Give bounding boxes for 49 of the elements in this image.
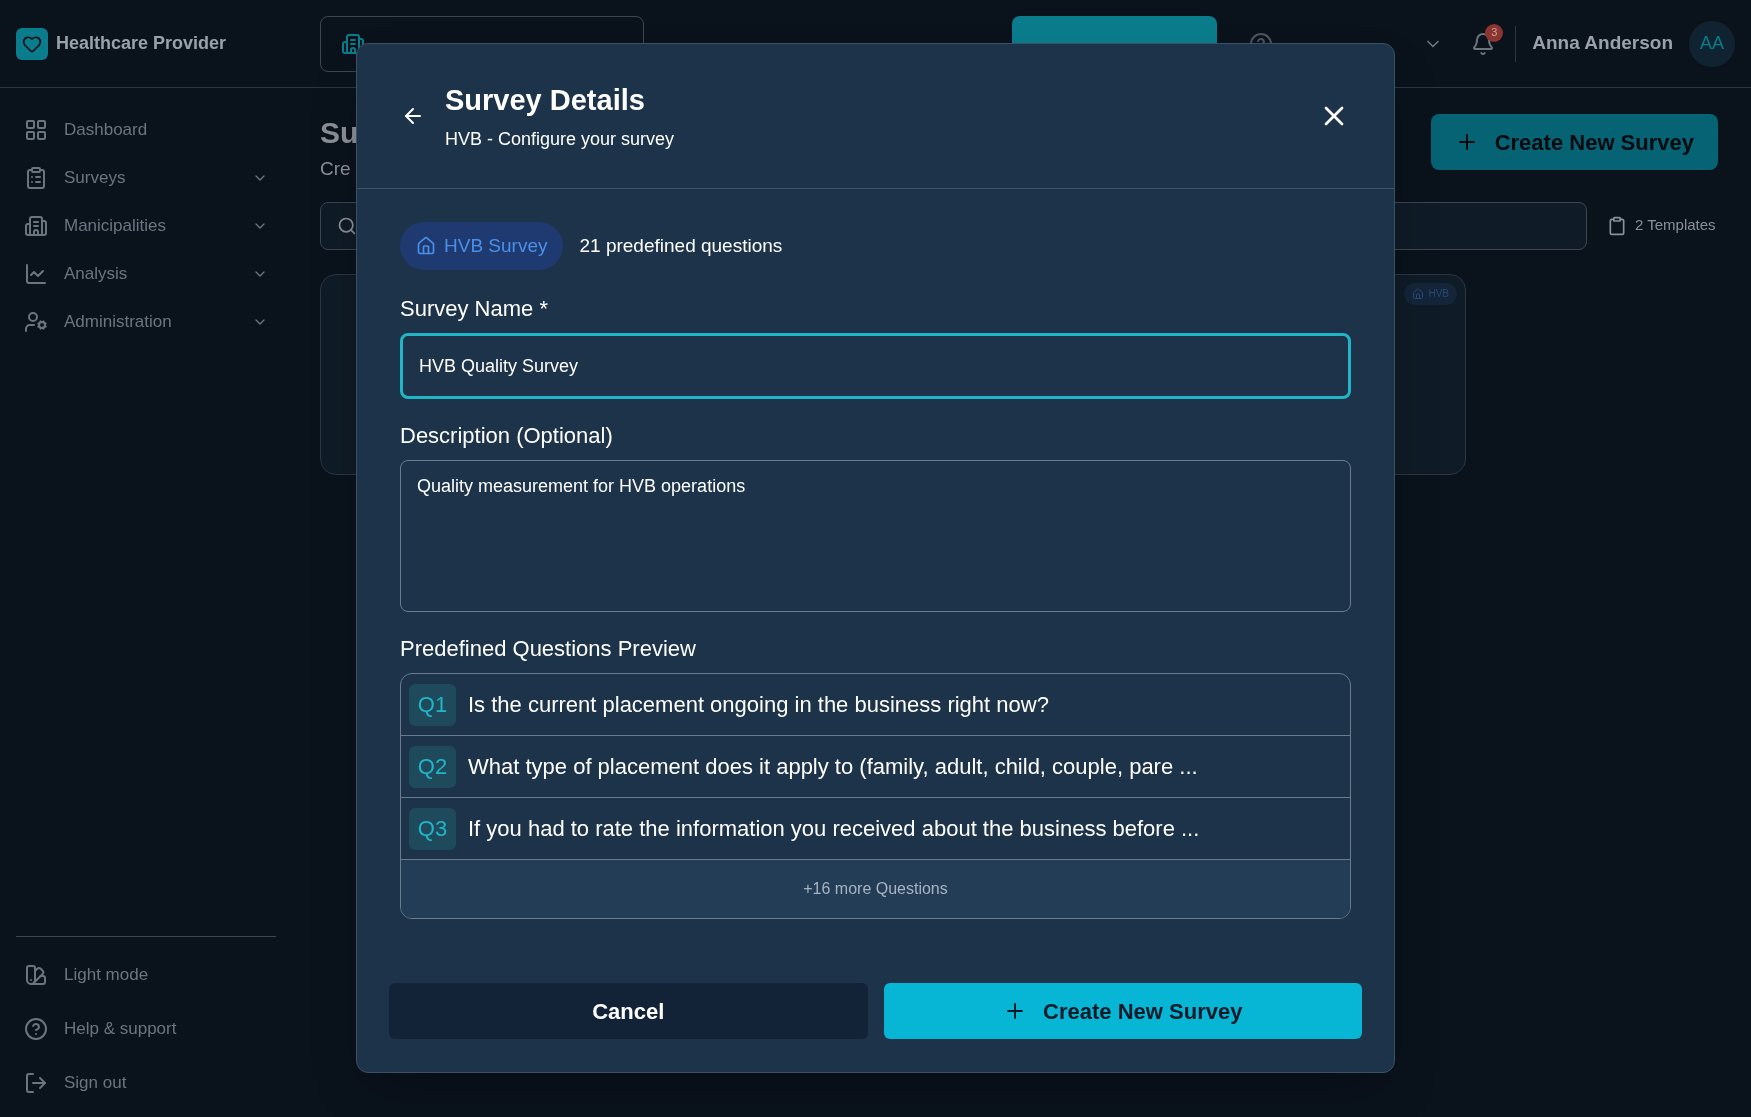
field-label: Survey Name *	[400, 295, 549, 323]
house-icon	[1412, 287, 1425, 300]
dialog-subtitle: HVB - Configure your survey	[445, 128, 675, 152]
create-survey-button[interactable]: Create New Survey	[883, 983, 1362, 1039]
building-icon	[341, 31, 365, 56]
search-icon	[337, 215, 357, 236]
sidebar-item[interactable]: Surveys	[16, 160, 276, 196]
palette-icon	[24, 963, 48, 987]
question-text: If you had to rate the information you received about the business before ...	[468, 815, 1200, 843]
clipboard-icon	[1607, 215, 1627, 236]
section-label: Predefined Questions Preview	[400, 635, 697, 663]
sidebar-item[interactable]: Administration	[16, 304, 276, 340]
cancel-button[interactable]: Cancel	[389, 983, 868, 1039]
question-number: Q1	[409, 683, 456, 726]
logout-icon	[24, 1071, 48, 1095]
field-label: Description (Optional)	[400, 422, 614, 450]
survey-name-field[interactable]: HVB Quality Survey	[400, 333, 1351, 399]
house-icon	[416, 236, 436, 256]
description-field[interactable]: Quality measurement for HVB operations	[400, 460, 1351, 612]
card-tag: HVB	[1404, 282, 1457, 305]
dialog-title: Survey Details	[445, 82, 646, 118]
sidebar-item[interactable]: Light mode	[16, 957, 276, 993]
page-subtitle: Cre	[320, 157, 352, 181]
sidebar-item[interactable]: Analysis	[16, 256, 276, 292]
page-title: Su	[320, 115, 359, 151]
question-number: Q3	[409, 807, 456, 850]
question-text: Is the current placement ongoing in the business right now?	[468, 691, 1049, 719]
create-survey-button[interactable]: Create New Survey	[1430, 114, 1718, 170]
sidebar-item[interactable]: Help & support	[16, 1011, 276, 1047]
user-name: Anna Anderson	[1532, 31, 1673, 56]
clipboard-icon	[24, 166, 48, 190]
question-text: What type of placement does it apply to (family, adult, child, couple, pare ...	[468, 753, 1198, 781]
sidebar-item[interactable]: Sign out	[16, 1065, 276, 1101]
chart-icon	[24, 262, 48, 286]
user-icon	[24, 310, 48, 334]
building-icon	[24, 214, 48, 238]
notification-count: 3	[1485, 23, 1504, 42]
survey-type-chip: HVB Survey	[400, 222, 564, 270]
more-questions: +16 more Questions	[803, 879, 948, 899]
help-icon	[24, 1017, 48, 1041]
grid-icon	[24, 118, 48, 142]
question-count: 21 predefined questions	[579, 233, 783, 258]
templates-count: 2 Templates	[1635, 215, 1716, 236]
sidebar-item[interactable]: Manicipalities	[16, 208, 276, 244]
question-number: Q2	[409, 745, 456, 788]
brand-name: Healthcare Provider	[56, 32, 227, 55]
sidebar-item[interactable]: Dashboard	[16, 112, 276, 148]
logo-icon	[16, 27, 48, 60]
user-avatar[interactable]: AA	[1689, 20, 1735, 67]
